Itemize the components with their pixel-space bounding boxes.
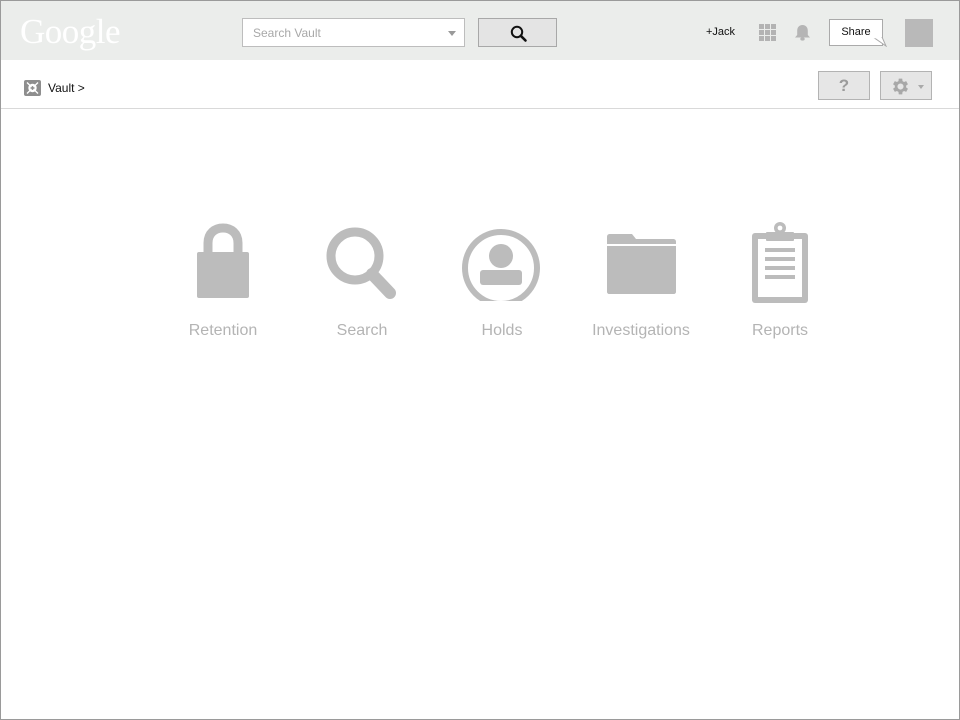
folder-icon (607, 234, 676, 294)
search-box[interactable] (242, 18, 465, 47)
avatar[interactable] (905, 19, 933, 47)
search-button[interactable] (478, 18, 557, 47)
lock-icon (197, 223, 249, 298)
search-options-caret-icon[interactable] (448, 31, 456, 36)
plus-user-link[interactable]: +Jack (706, 26, 735, 38)
search-icon (510, 25, 527, 42)
vault-icon (24, 80, 41, 96)
tile-investigations[interactable]: Investigations (571, 219, 711, 349)
sub-toolbar: Vault > ? (1, 60, 959, 109)
tile-retention[interactable]: Retention (153, 219, 293, 349)
top-bar: Google +Jack Share (1, 1, 959, 60)
help-button[interactable]: ? (818, 71, 870, 100)
search-input[interactable] (243, 19, 438, 46)
chevron-down-icon (918, 85, 924, 89)
tile-label: Reports (751, 322, 809, 339)
tile-label: Investigations (592, 322, 690, 339)
app-window: Google +Jack Share (0, 0, 960, 720)
tile-reports[interactable]: Reports (710, 219, 850, 349)
tile-label: Holds (481, 322, 523, 339)
tile-search[interactable]: Search (292, 219, 432, 349)
magnifier-icon (326, 227, 396, 299)
breadcrumb[interactable]: Vault > (48, 81, 85, 95)
settings-button[interactable] (880, 71, 932, 100)
person-circle-icon (462, 229, 540, 301)
tile-label: Retention (188, 322, 258, 339)
google-logo[interactable]: Google (20, 12, 121, 52)
clipboard-icon (752, 222, 808, 303)
tile-label: Search (336, 322, 388, 339)
notification-bell-icon[interactable] (793, 23, 812, 42)
apps-grid-icon[interactable] (759, 24, 777, 42)
share-callout-tail (873, 37, 887, 47)
gear-icon (893, 78, 908, 95)
tile-holds[interactable]: Holds (432, 219, 572, 349)
